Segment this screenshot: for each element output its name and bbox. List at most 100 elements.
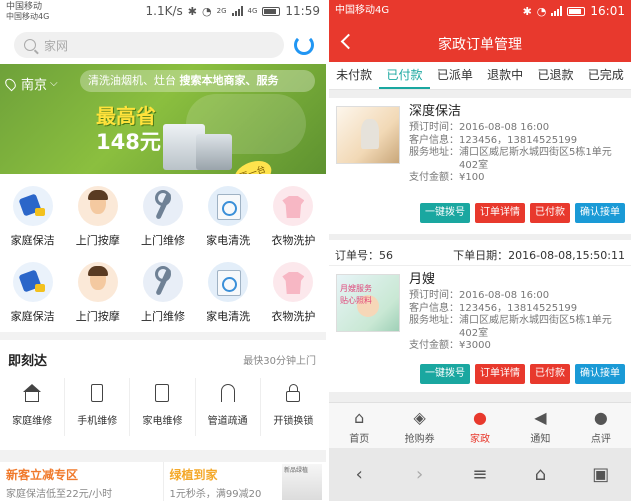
order-status-tabs: 未付款 已付款 已派单 退款中 已退款 已完成 bbox=[329, 62, 631, 90]
paid-status-button[interactable]: 已付款 bbox=[530, 364, 570, 384]
massage-icon bbox=[77, 262, 118, 302]
accept-order-button[interactable]: 确认接单 bbox=[575, 203, 625, 223]
promo-card-new-customer[interactable]: 新客立减专区 家庭保洁低至22元/小时 bbox=[0, 462, 163, 501]
service-thumbnail bbox=[336, 106, 400, 164]
search-row: 家网 bbox=[0, 24, 326, 64]
accept-order-button[interactable]: 确认接单 bbox=[575, 364, 625, 384]
washer-icon bbox=[208, 186, 249, 226]
instant-item[interactable]: 开锁换锁 bbox=[261, 378, 326, 436]
service-label: 上门按摩 bbox=[75, 234, 120, 247]
instant-item[interactable]: 管道疏通 bbox=[196, 378, 261, 436]
back-icon[interactable]: ‹ bbox=[344, 464, 374, 485]
wrench-icon bbox=[142, 186, 183, 226]
service-item[interactable]: 上门按摩 bbox=[65, 180, 130, 256]
call-button[interactable]: 一键拨号 bbox=[420, 364, 470, 384]
call-button[interactable]: 一键拨号 bbox=[420, 203, 470, 223]
service-item[interactable]: 上门维修 bbox=[130, 256, 195, 332]
refresh-icon[interactable] bbox=[294, 35, 314, 55]
system-nav-bar: ‹ › ≡ ⌂ ▣ bbox=[329, 448, 631, 501]
service-label: 上门按摩 bbox=[75, 310, 120, 323]
status-icons: 1.1K/s ✱ ◔ 2G 4G 11:59 bbox=[146, 4, 320, 18]
city-selector[interactable]: 南京 ⌵ bbox=[3, 74, 58, 93]
phone-icon bbox=[91, 384, 104, 402]
service-label: 家电清洗 bbox=[206, 234, 251, 247]
search-placeholder: 家网 bbox=[44, 38, 69, 53]
home-icon: ⌂ bbox=[354, 408, 365, 427]
service-address: 服务地址：浦口区威尼斯水城四街区5栋1单元 bbox=[409, 147, 612, 158]
instant-label: 家庭维修 bbox=[12, 416, 53, 427]
nav-home[interactable]: ⌂ 首页 bbox=[329, 403, 389, 448]
service-label: 家庭保洁 bbox=[10, 234, 55, 247]
order-details: 深度保洁 预订时间：2016-08-08 16:00 客户信息：123456，1… bbox=[409, 104, 612, 185]
instant-item[interactable]: 家电维修 bbox=[130, 378, 196, 436]
banner-tag: 再一台 bbox=[231, 156, 275, 174]
battery-icon bbox=[567, 6, 586, 16]
paid-status-button[interactable]: 已付款 bbox=[530, 203, 570, 223]
nav-housekeeping[interactable]: ● 家政 bbox=[450, 403, 510, 448]
signal-icon bbox=[231, 6, 243, 16]
tag-icon: ◈ bbox=[413, 408, 426, 427]
service-item[interactable]: 衣物洗护 bbox=[261, 256, 326, 332]
promo-title: 新客立减专区 bbox=[6, 468, 79, 482]
thumbnail-caption: 月嫂服务 bbox=[340, 284, 372, 293]
payment-amount: 支付金额：¥100 bbox=[409, 172, 485, 183]
tab-unpaid[interactable]: 未付款 bbox=[329, 62, 379, 89]
booking-time: 预订时间：2016-08-08 16:00 bbox=[409, 122, 550, 133]
service-item[interactable]: 上门维修 bbox=[130, 180, 195, 256]
shirt-icon bbox=[273, 262, 314, 302]
search-icon bbox=[24, 39, 36, 51]
customer-info: 客户信息：123456，13814525199 bbox=[409, 134, 578, 146]
status-bar: 中国移动 中国移动4G 1.1K/s ✱ ◔ 2G 4G 11:59 bbox=[0, 0, 326, 24]
home-button-icon[interactable]: ⌂ bbox=[525, 464, 555, 485]
banner-headline: 最高省 bbox=[96, 104, 156, 128]
nav-notifications[interactable]: ◀ 通知 bbox=[510, 403, 570, 448]
service-item[interactable]: 家庭保洁 bbox=[0, 180, 65, 256]
tab-dispatched[interactable]: 已派单 bbox=[430, 62, 480, 89]
washer-icon bbox=[208, 262, 249, 302]
service-label: 家庭保洁 bbox=[10, 310, 55, 323]
service-item[interactable]: 衣物洗护 bbox=[261, 180, 326, 256]
service-item[interactable]: 上门按摩 bbox=[65, 256, 130, 332]
order-detail-button[interactable]: 订单详情 bbox=[475, 364, 525, 384]
pipe-icon bbox=[220, 384, 235, 402]
service-item[interactable]: 家庭保洁 bbox=[0, 256, 65, 332]
nav-coupons[interactable]: ◈ 抢购券 bbox=[389, 403, 449, 448]
status-bar: 中国移动4G ✱ ◔ 16:01 bbox=[329, 0, 631, 24]
tab-paid[interactable]: 已付款 bbox=[379, 62, 430, 89]
promo-banner[interactable]: 南京 ⌵ 清洗油烟机、灶台 搜索本地商家、服务 最高省 148元 再一台 bbox=[0, 64, 326, 174]
network-type: 2G bbox=[216, 7, 227, 15]
city-name: 南京 bbox=[21, 78, 48, 93]
instant-item[interactable]: 手机维修 bbox=[65, 378, 131, 436]
bluetooth-icon: ✱ bbox=[187, 4, 198, 18]
network-type-secondary: 4G bbox=[247, 7, 258, 15]
plant-thumbnail: 新品绿植 bbox=[282, 464, 322, 500]
location-pin-icon bbox=[3, 76, 18, 91]
instant-item[interactable]: 家庭维修 bbox=[0, 378, 66, 436]
promo-card-plants[interactable]: 绿植到家 1元秒杀，满99减20 新品绿植 bbox=[162, 462, 327, 501]
service-item[interactable]: 家电清洗 bbox=[196, 256, 261, 332]
order-actions: 一键拨号 订单详情 已付款 确认接单 bbox=[420, 364, 625, 384]
tab-refunded[interactable]: 已退款 bbox=[530, 62, 580, 89]
lock-icon bbox=[286, 384, 301, 402]
tab-completed[interactable]: 已完成 bbox=[581, 62, 631, 89]
massage-icon bbox=[77, 186, 118, 226]
forward-icon[interactable]: › bbox=[405, 464, 435, 485]
instant-label: 管道疏通 bbox=[207, 416, 248, 427]
nav-label: 点评 bbox=[590, 434, 611, 445]
banner-search-hint: 搜索本地商家、服务 bbox=[179, 74, 279, 87]
tabs-icon[interactable]: ▣ bbox=[586, 464, 616, 485]
home-icon bbox=[23, 384, 42, 402]
service-label: 上门维修 bbox=[140, 234, 185, 247]
promo-subtitle: 家庭保洁低至22元/小时 bbox=[6, 489, 113, 500]
service-item[interactable]: 家电清洗 bbox=[196, 180, 261, 256]
page-title: 家政订单管理 bbox=[438, 37, 522, 53]
order-detail-button[interactable]: 订单详情 bbox=[475, 203, 525, 223]
order-header: 订单号：56 下单日期：2016-08-08,15:50:11 bbox=[329, 240, 631, 266]
search-input[interactable]: 家网 bbox=[14, 32, 284, 58]
menu-icon[interactable]: ≡ bbox=[465, 464, 495, 485]
nav-reviews[interactable]: ● 点评 bbox=[571, 403, 631, 448]
tab-refunding[interactable]: 退款中 bbox=[480, 62, 530, 89]
banner-search-bar[interactable]: 清洗油烟机、灶台 搜索本地商家、服务 bbox=[80, 70, 315, 92]
nav-label: 首页 bbox=[349, 434, 370, 445]
instant-label: 开锁换锁 bbox=[273, 416, 314, 427]
